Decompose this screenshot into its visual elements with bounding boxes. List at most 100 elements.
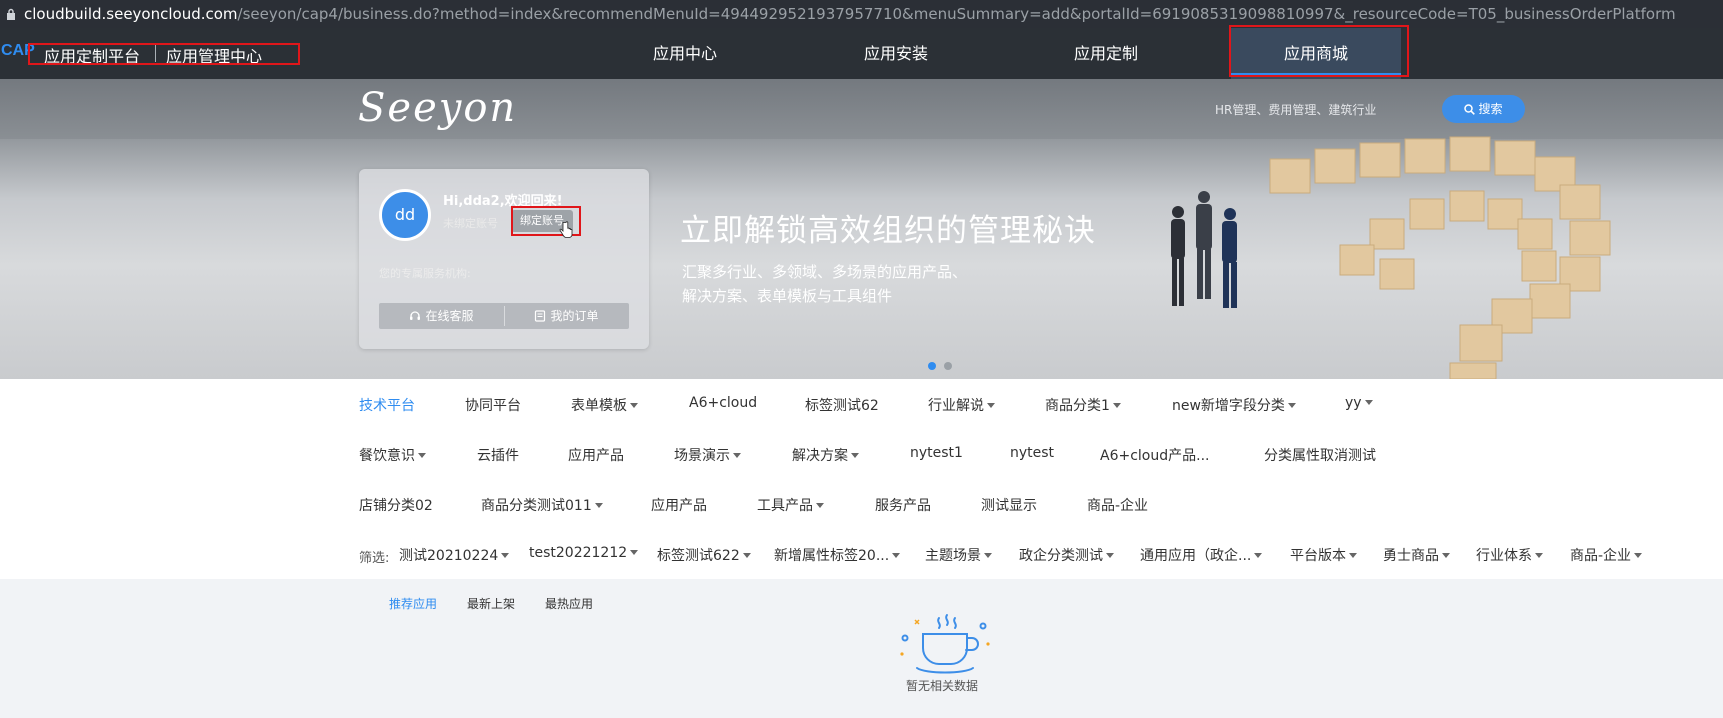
hot-keywords[interactable]: HR管理、费用管理、建筑行业	[1215, 101, 1376, 118]
chevron-down-icon	[501, 553, 510, 558]
category-label: 商品分类1	[1045, 398, 1110, 414]
filter-label-text: 标签测试622	[657, 548, 740, 564]
category-dropdown[interactable]: yy	[1345, 395, 1373, 411]
search-icon	[1464, 104, 1476, 115]
filter-dropdown[interactable]: 平台版本	[1290, 545, 1357, 565]
category-item[interactable]: nytest1	[910, 445, 963, 461]
seeyon-logo[interactable]: Seeyon	[358, 85, 517, 131]
category-item[interactable]: 分类属性取消测试	[1264, 445, 1376, 465]
tab-label: 应用中心	[652, 44, 717, 63]
chevron-down-icon	[630, 403, 638, 408]
category-item[interactable]: 技术平台	[359, 395, 415, 415]
address-bar[interactable]: cloudbuild.seeyoncloud.com/seeyon/cap4/b…	[0, 0, 1723, 28]
tab-hottest[interactable]: 最热应用	[545, 595, 593, 612]
filter-label-text: 主题场景	[925, 548, 981, 564]
category-item[interactable]: 店铺分类02	[359, 495, 433, 515]
filter-label-text: 通用应用（政企...	[1140, 548, 1252, 564]
chevron-down-icon	[1364, 400, 1373, 405]
category-label: 解决方案	[792, 448, 848, 464]
tab-label: 应用定制	[1073, 44, 1138, 63]
category-item[interactable]: 测试显示	[981, 495, 1037, 515]
avatar[interactable]: dd	[379, 189, 431, 241]
tab-app-customize[interactable]: 应用定制	[1061, 28, 1151, 79]
filter-dropdown[interactable]: 主题场景	[925, 545, 992, 565]
carousel-dots	[928, 355, 960, 374]
wooden-blocks-illustration	[1269, 136, 1611, 379]
chevron-down-icon	[987, 403, 995, 408]
chevron-down-icon	[851, 453, 859, 458]
search-label: 搜索	[1478, 102, 1503, 116]
filter-label-text: 行业体系	[1476, 548, 1532, 564]
tab-recommended[interactable]: 推荐应用	[389, 595, 437, 612]
category-label: 商品分类测试011	[481, 498, 592, 514]
chevron-down-icon	[1442, 553, 1450, 558]
unbound-status: 未绑定账号	[443, 217, 498, 230]
category-dropdown[interactable]: 场景演示	[674, 445, 741, 465]
category-dropdown[interactable]: 商品分类1	[1045, 395, 1121, 415]
category-panel: 技术平台 协同平台 表单模板 A6+cloud 标签测试62 行业解说 商品分类…	[0, 379, 1723, 579]
filter-dropdown[interactable]: 政企分类测试	[1019, 545, 1114, 565]
category-item[interactable]: A6+cloud	[689, 395, 757, 411]
hand-cursor-icon	[559, 221, 573, 238]
category-dropdown[interactable]: 工具产品	[757, 495, 824, 515]
filter-dropdown[interactable]: 行业体系	[1476, 545, 1543, 565]
category-dropdown[interactable]: 行业解说	[928, 395, 995, 415]
user-card: dd Hi,dda2,欢迎回来! 未绑定账号 绑定账号 您的专属服务机构: 在线…	[359, 169, 649, 349]
carousel-dot[interactable]	[944, 362, 952, 370]
category-item[interactable]: 云插件	[477, 445, 519, 465]
category-dropdown[interactable]: 餐饮意识	[359, 445, 426, 465]
filter-dropdown[interactable]: 勇士商品	[1383, 545, 1450, 565]
chevron-down-icon	[1112, 403, 1121, 408]
filter-label-text: 测试20210224	[399, 548, 499, 564]
empty-state-text: 暂无相关数据	[906, 679, 979, 693]
category-item[interactable]: nytest	[1010, 445, 1054, 461]
service-org-label: 您的专属服务机构:	[379, 267, 471, 280]
category-item[interactable]: 服务产品	[875, 495, 931, 515]
category-item[interactable]: 标签测试62	[805, 395, 879, 415]
filter-dropdown[interactable]: 新增属性标签20...	[774, 545, 901, 565]
category-item[interactable]: 应用产品	[651, 495, 707, 515]
card-actions: 在线客服 我的订单	[379, 303, 629, 329]
category-label: yy	[1345, 395, 1362, 411]
chevron-down-icon	[1287, 403, 1296, 408]
my-orders-label: 我的订单	[550, 309, 599, 323]
category-item[interactable]: 应用产品	[568, 445, 624, 465]
category-dropdown[interactable]: 解决方案	[792, 445, 859, 465]
highlight-box	[1229, 25, 1409, 77]
my-orders-button[interactable]: 我的订单	[504, 303, 629, 329]
carousel-dot-active[interactable]	[928, 362, 936, 370]
chevron-down-icon	[892, 553, 901, 558]
category-label: 餐饮意识	[359, 448, 415, 464]
category-item[interactable]: 商品-企业	[1087, 495, 1148, 515]
category-label: 行业解说	[928, 398, 984, 414]
banner-subtitle-1: 汇聚多行业、多领域、多场景的应用产品、	[682, 263, 968, 281]
online-service-label: 在线客服	[425, 309, 474, 323]
hero-banner: Seeyon HR管理、费用管理、建筑行业 搜索 dd Hi,dda2,欢迎回来…	[0, 79, 1723, 379]
logo-text: Seeyon	[358, 85, 518, 131]
tab-app-center[interactable]: 应用中心	[640, 28, 730, 79]
filter-dropdown[interactable]: test20221212	[529, 545, 639, 561]
url-host: cloudbuild.seeyoncloud.com	[24, 5, 238, 23]
tab-newest[interactable]: 最新上架	[467, 595, 515, 612]
chevron-down-icon	[1254, 553, 1263, 558]
url-path: /seeyon/cap4/business.do?method=index&re…	[237, 5, 1676, 23]
banner-headline: 立即解锁高效组织的管理秘诀	[680, 213, 1096, 249]
category-dropdown[interactable]: 商品分类测试011	[481, 495, 603, 515]
category-dropdown[interactable]: 表单模板	[571, 395, 638, 415]
category-dropdown[interactable]: new新增字段分类	[1172, 395, 1296, 415]
order-icon	[535, 310, 546, 322]
headset-icon	[410, 311, 421, 320]
chevron-down-icon	[1106, 553, 1114, 558]
filter-dropdown[interactable]: 通用应用（政企...	[1140, 545, 1263, 565]
app-list-area: 推荐应用 最新上架 最热应用 暂无相关数据	[0, 579, 1723, 718]
filter-dropdown[interactable]: 商品-企业	[1570, 545, 1643, 565]
lock-icon	[7, 8, 15, 20]
filter-dropdown[interactable]: 测试20210224	[399, 545, 510, 565]
top-navigation: CAP 应用定制平台 应用管理中心 应用中心 应用安装 应用定制 应用商城	[0, 25, 1723, 79]
business-people-illustration	[1171, 191, 1237, 308]
category-item[interactable]: A6+cloud产品...	[1100, 445, 1209, 465]
category-item[interactable]: 协同平台	[465, 395, 521, 415]
tab-app-install[interactable]: 应用安装	[851, 28, 941, 79]
online-service-button[interactable]: 在线客服	[379, 303, 504, 329]
filter-dropdown[interactable]: 标签测试622	[657, 545, 751, 565]
